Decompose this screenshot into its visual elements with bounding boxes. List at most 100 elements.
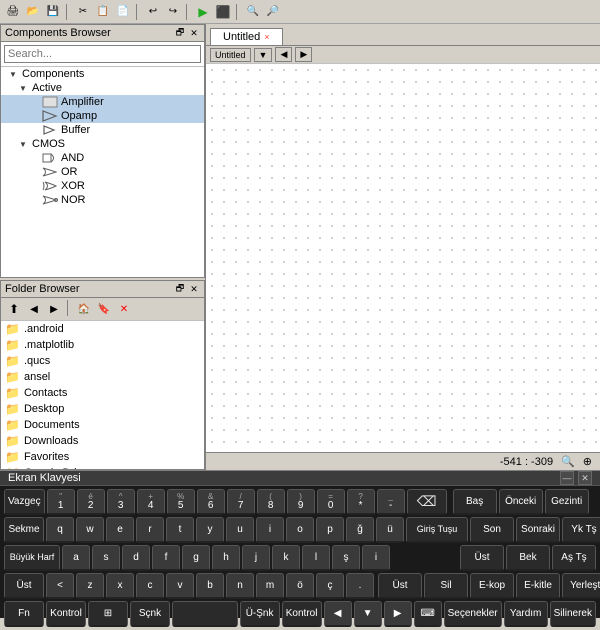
tree-item-xor[interactable]: XOR xyxy=(1,179,204,193)
folder-float-button[interactable]: 🗗 xyxy=(174,283,186,295)
save-button[interactable]: 💾 xyxy=(44,3,62,21)
key-enter[interactable]: Giriş Tuşu xyxy=(406,517,468,543)
key-e[interactable]: e xyxy=(106,517,134,543)
key-r[interactable]: r xyxy=(136,517,164,543)
key-shift-left[interactable]: Üst xyxy=(4,573,44,599)
key-keyboard[interactable]: ⌨ xyxy=(414,601,442,627)
folder-item[interactable]: 📁 .matplotlib xyxy=(1,337,204,353)
keyboard-close-button[interactable]: ✕ xyxy=(578,471,592,485)
key-vazgec[interactable]: Vazgeç xyxy=(4,489,45,515)
tree-item-and[interactable]: AND xyxy=(1,151,204,165)
key-p[interactable]: p xyxy=(316,517,344,543)
folder-home-button[interactable]: 🏠 xyxy=(75,300,93,318)
paste-button[interactable]: 📄 xyxy=(114,3,132,21)
key-q[interactable]: q xyxy=(46,517,74,543)
key-secenekler[interactable]: Seçenekler xyxy=(444,601,502,627)
tree-group-components[interactable]: ▼ Components xyxy=(1,67,204,81)
key-d[interactable]: d xyxy=(122,545,150,571)
folder-bookmark-button[interactable]: 🔖 xyxy=(95,300,113,318)
tree-item-amplifier[interactable]: Amplifier xyxy=(1,95,204,109)
key-alt[interactable]: Sçnk xyxy=(130,601,170,627)
new-button[interactable]: 🖨 xyxy=(4,3,22,21)
key-o[interactable]: o xyxy=(286,517,314,543)
folder-item[interactable]: 📁 .android xyxy=(1,321,204,337)
key-k[interactable]: k xyxy=(272,545,300,571)
stop-button[interactable]: ⬛ xyxy=(214,3,232,21)
key-1[interactable]: "1 xyxy=(47,489,75,515)
canvas-nav-back[interactable]: ◀ xyxy=(275,47,292,62)
open-button[interactable]: 📂 xyxy=(24,3,42,21)
tree-item-or[interactable]: OR xyxy=(1,165,204,179)
tab-close-button[interactable]: × xyxy=(264,32,269,42)
key-z[interactable]: z xyxy=(76,573,104,599)
key-yk-ts[interactable]: Yk Tş xyxy=(562,517,600,543)
key-y[interactable]: y xyxy=(196,517,224,543)
key-as-ts[interactable]: Aş Tş xyxy=(552,545,596,571)
key-c-cedilla[interactable]: ç xyxy=(316,573,344,599)
key-b[interactable]: b xyxy=(196,573,224,599)
key-c[interactable]: c xyxy=(136,573,164,599)
canvas-nav-label[interactable]: Untitled xyxy=(210,48,251,62)
folder-item[interactable]: 📁 ansel xyxy=(1,369,204,385)
undo-button[interactable]: ↩ xyxy=(144,3,162,21)
key-down[interactable]: ▼ xyxy=(354,601,382,627)
key-7[interactable]: /7 xyxy=(227,489,255,515)
key-a[interactable]: a xyxy=(62,545,90,571)
tree-group-active[interactable]: ▼ Active xyxy=(1,81,204,95)
key-f[interactable]: f xyxy=(152,545,180,571)
canvas-grid[interactable] xyxy=(206,64,600,452)
key-sil[interactable]: Sil xyxy=(424,573,468,599)
key-dot[interactable]: . xyxy=(346,573,374,599)
run-button[interactable]: ▶ xyxy=(194,3,212,21)
key-bas[interactable]: Baş xyxy=(453,489,497,515)
redo-button[interactable]: ↪ xyxy=(164,3,182,21)
key-silinerek[interactable]: Silinerek xyxy=(550,601,596,627)
key-u[interactable]: u xyxy=(226,517,254,543)
tree-group-cmos[interactable]: ▼ CMOS xyxy=(1,137,204,151)
key-backspace[interactable]: ⌫ xyxy=(407,489,447,515)
folder-back-button[interactable]: ◀ xyxy=(25,300,43,318)
key-s-cedilla[interactable]: ş xyxy=(332,545,360,571)
tree-item-opamp[interactable]: Opamp xyxy=(1,109,204,123)
key-space[interactable] xyxy=(172,601,238,627)
folder-item[interactable]: 📁 Contacts xyxy=(1,385,204,401)
key-fn[interactable]: Fn xyxy=(4,601,44,627)
key-star[interactable]: ?* xyxy=(347,489,375,515)
key-e-kitle[interactable]: E-kitle xyxy=(516,573,560,599)
tree-item-buffer[interactable]: Buffer xyxy=(1,123,204,137)
key-yerlestir[interactable]: Yerleştir xyxy=(562,573,600,599)
key-6[interactable]: &6 xyxy=(197,489,225,515)
key-e-kop[interactable]: E-kop xyxy=(470,573,514,599)
key-sekme[interactable]: Sekme xyxy=(4,517,44,543)
key-n[interactable]: n xyxy=(226,573,254,599)
zoom-out-button[interactable]: 🔎 xyxy=(264,3,282,21)
key-i-dotless[interactable]: i xyxy=(362,545,390,571)
key-h[interactable]: h xyxy=(212,545,240,571)
key-g[interactable]: g xyxy=(182,545,210,571)
tree-item-nor[interactable]: NOR xyxy=(1,193,204,207)
key-j[interactable]: j xyxy=(242,545,270,571)
key-son[interactable]: Son xyxy=(470,517,514,543)
key-altgr[interactable]: Ü-Şnk xyxy=(240,601,280,627)
canvas-nav-dropdown[interactable]: ▼ xyxy=(254,48,273,62)
cut-button[interactable]: ✂ xyxy=(74,3,92,21)
key-g-breve[interactable]: ğ xyxy=(346,517,374,543)
key-x[interactable]: x xyxy=(106,573,134,599)
key-gezinti[interactable]: Gezinti xyxy=(545,489,589,515)
key-win[interactable]: ⊞ xyxy=(88,601,128,627)
key-left[interactable]: ◀ xyxy=(324,601,352,627)
key-ctrl-right[interactable]: Kontrol xyxy=(282,601,322,627)
key-5[interactable]: %5 xyxy=(167,489,195,515)
key-v[interactable]: v xyxy=(166,573,194,599)
zoom-in-button[interactable]: 🔍 xyxy=(244,3,262,21)
key-lt[interactable]: < xyxy=(46,573,74,599)
key-bek[interactable]: Bek xyxy=(506,545,550,571)
key-caps[interactable]: Büyük Harf xyxy=(4,545,60,571)
key-t[interactable]: t xyxy=(166,517,194,543)
key-4[interactable]: +4 xyxy=(137,489,165,515)
key-minus[interactable]: _- xyxy=(377,489,405,515)
key-sonraki[interactable]: Sonraki xyxy=(516,517,560,543)
key-8[interactable]: (8 xyxy=(257,489,285,515)
folder-item[interactable]: 📁 Favorites xyxy=(1,449,204,465)
key-m[interactable]: m xyxy=(256,573,284,599)
